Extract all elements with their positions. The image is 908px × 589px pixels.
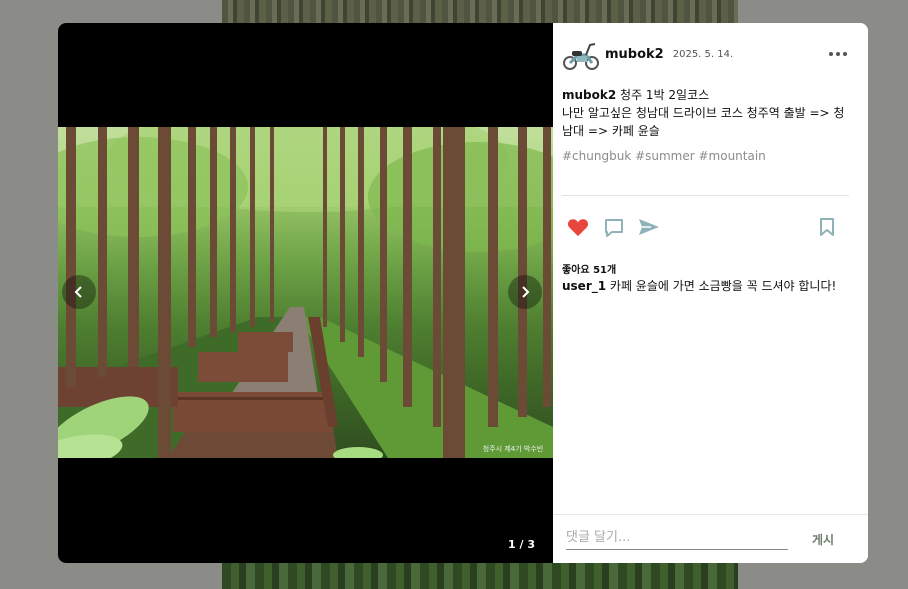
more-dots-icon <box>829 52 833 56</box>
comment-text: 카페 윤슬에 가면 소금빵을 꼭 드셔야 합니다! <box>606 279 837 293</box>
chevron-left-icon <box>74 286 82 298</box>
post-details-panel: mubok2 2025. 5. 14. mubok2 청주 1박 2일코스 나만… <box>553 23 868 563</box>
post-photo: 청주시 제4기 박수빈 <box>58 127 553 458</box>
photo-watermark: 청주시 제4기 박수빈 <box>483 444 543 453</box>
post-caption: mubok2 청주 1박 2일코스 나만 알고싶은 청남대 드라이브 코스 청주… <box>562 86 854 140</box>
speech-bubble-icon[interactable] <box>603 217 625 239</box>
image-counter: 1 / 3 <box>508 538 535 551</box>
post-username[interactable]: mubok2 <box>605 47 664 62</box>
caption-title: 청주 1박 2일코스 <box>616 88 710 102</box>
post-header: mubok2 2025. 5. 14. <box>562 37 852 71</box>
caption-username[interactable]: mubok2 <box>562 88 616 102</box>
heart-icon[interactable] <box>567 217 589 237</box>
media-viewer: 청주시 제4기 박수빈 1 / 3 <box>58 23 553 563</box>
next-image-button[interactable] <box>508 275 542 309</box>
post-date: 2025. 5. 14. <box>672 48 734 60</box>
chevron-right-icon <box>522 286 530 298</box>
post-hashtags[interactable]: #chungbuk #summer #mountain <box>562 149 766 163</box>
comment-username[interactable]: user_1 <box>562 279 606 293</box>
previous-image-button[interactable] <box>62 275 96 309</box>
more-options-button[interactable] <box>829 47 849 61</box>
comment-item: user_1 카페 윤슬에 가면 소금빵을 꼭 드셔야 합니다! <box>562 277 836 294</box>
post-modal: 청주시 제4기 박수빈 1 / 3 mubok2 2025. 5. 14. mu… <box>58 23 868 563</box>
paper-plane-icon[interactable] <box>638 217 660 237</box>
background-photo-bottom <box>222 561 738 589</box>
comment-bar: 게시 <box>553 514 868 563</box>
bookmark-icon[interactable] <box>818 217 836 237</box>
more-dot <box>836 52 840 56</box>
like-count[interactable]: 좋아요 51개 <box>562 261 616 276</box>
action-bar <box>567 217 847 239</box>
more-dot <box>843 52 847 56</box>
caption-body: 나만 알고싶은 청남대 드라이브 코스 청주역 출발 => 청남대 => 카페 … <box>562 106 845 138</box>
comment-input[interactable] <box>566 525 788 550</box>
background-photo-top <box>222 0 738 24</box>
avatar[interactable] <box>562 37 600 71</box>
post-comment-button[interactable]: 게시 <box>812 531 834 548</box>
divider <box>562 195 849 196</box>
